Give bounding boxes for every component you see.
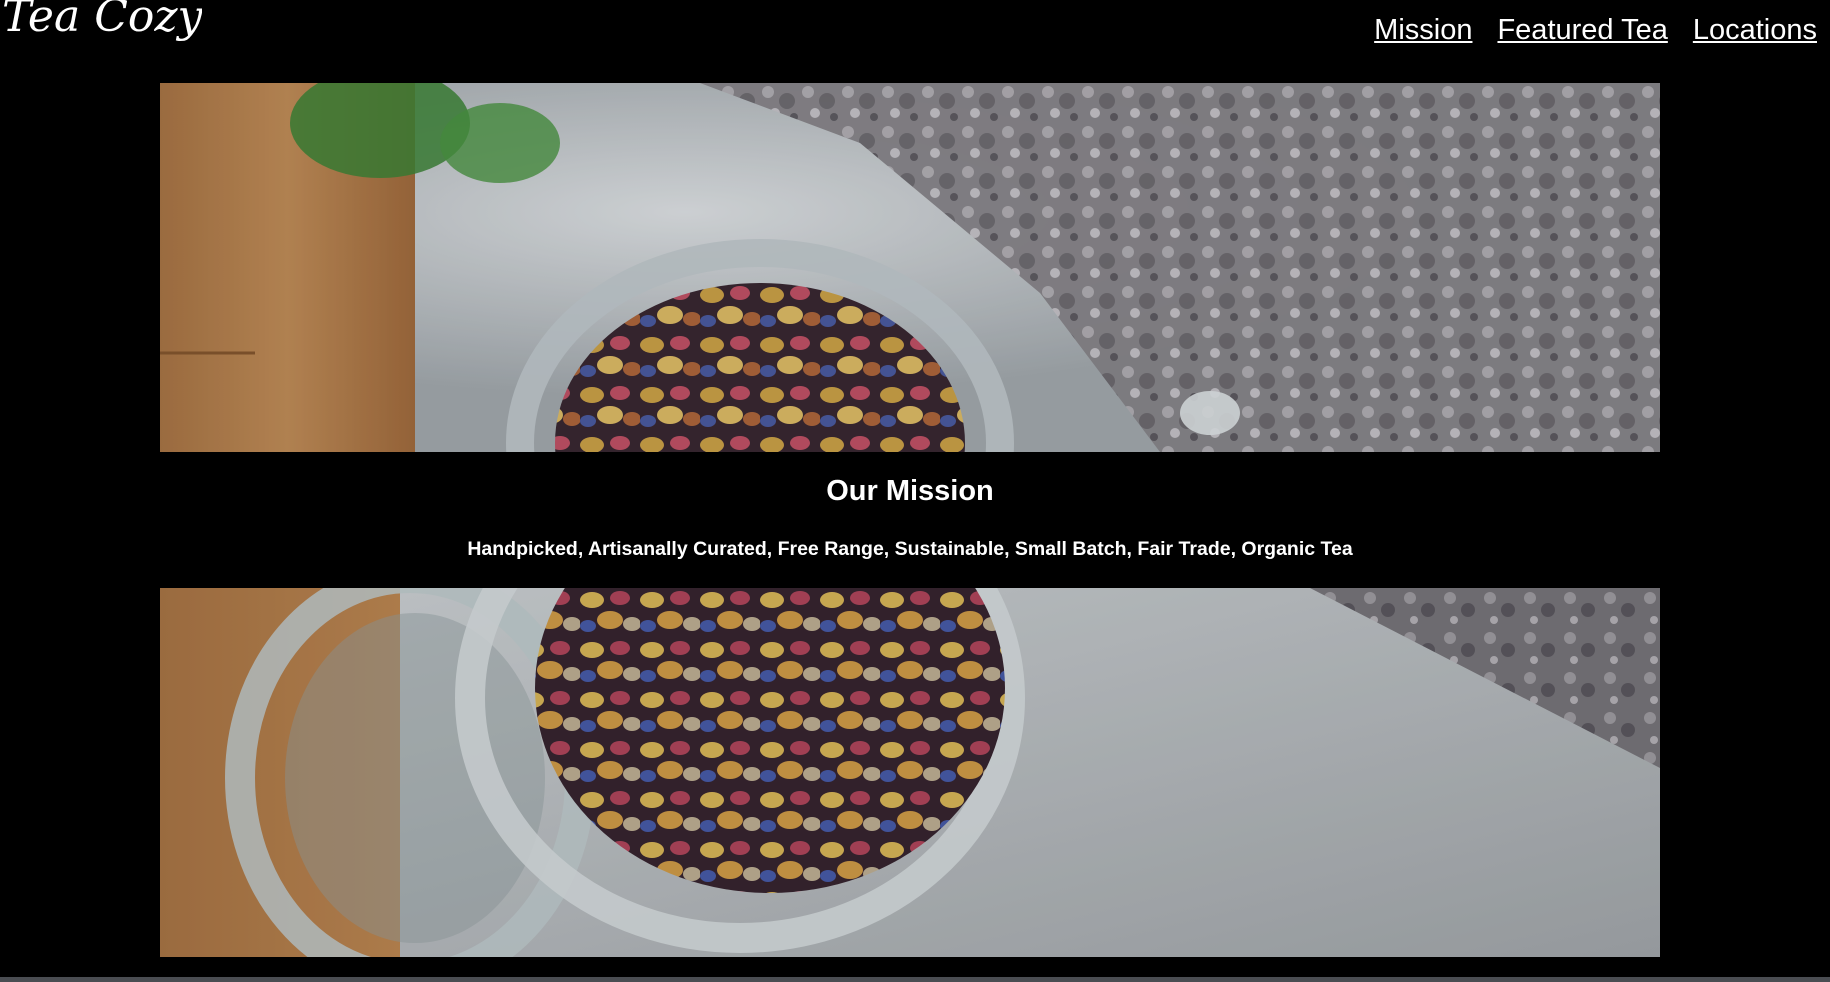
nav-link-mission[interactable]: Mission	[1374, 14, 1472, 47]
mission-tagline: Handpicked, Artisanally Curated, Free Ra…	[467, 538, 1353, 560]
mission-title: Our Mission	[826, 475, 994, 507]
logo-text: Tea Cozy	[2, 0, 202, 42]
nav-link-featured-tea[interactable]: Featured Tea	[1497, 14, 1667, 47]
site-header: Tea Cozy Mission Featured Tea Locations	[0, 0, 1830, 82]
nav-link-locations[interactable]: Locations	[1693, 14, 1817, 47]
hero-image-bottom	[160, 588, 1660, 957]
main-nav: Mission Featured Tea Locations	[1374, 14, 1817, 47]
tea-cozy-logo[interactable]: Tea Cozy	[2, 0, 202, 56]
window-bottom-bar	[0, 977, 1830, 982]
mission-section: Our Mission Handpicked, Artisanally Cura…	[160, 452, 1660, 588]
page: Tea Cozy Mission Featured Tea Locations	[0, 0, 1830, 982]
hero-image-top	[160, 83, 1660, 452]
